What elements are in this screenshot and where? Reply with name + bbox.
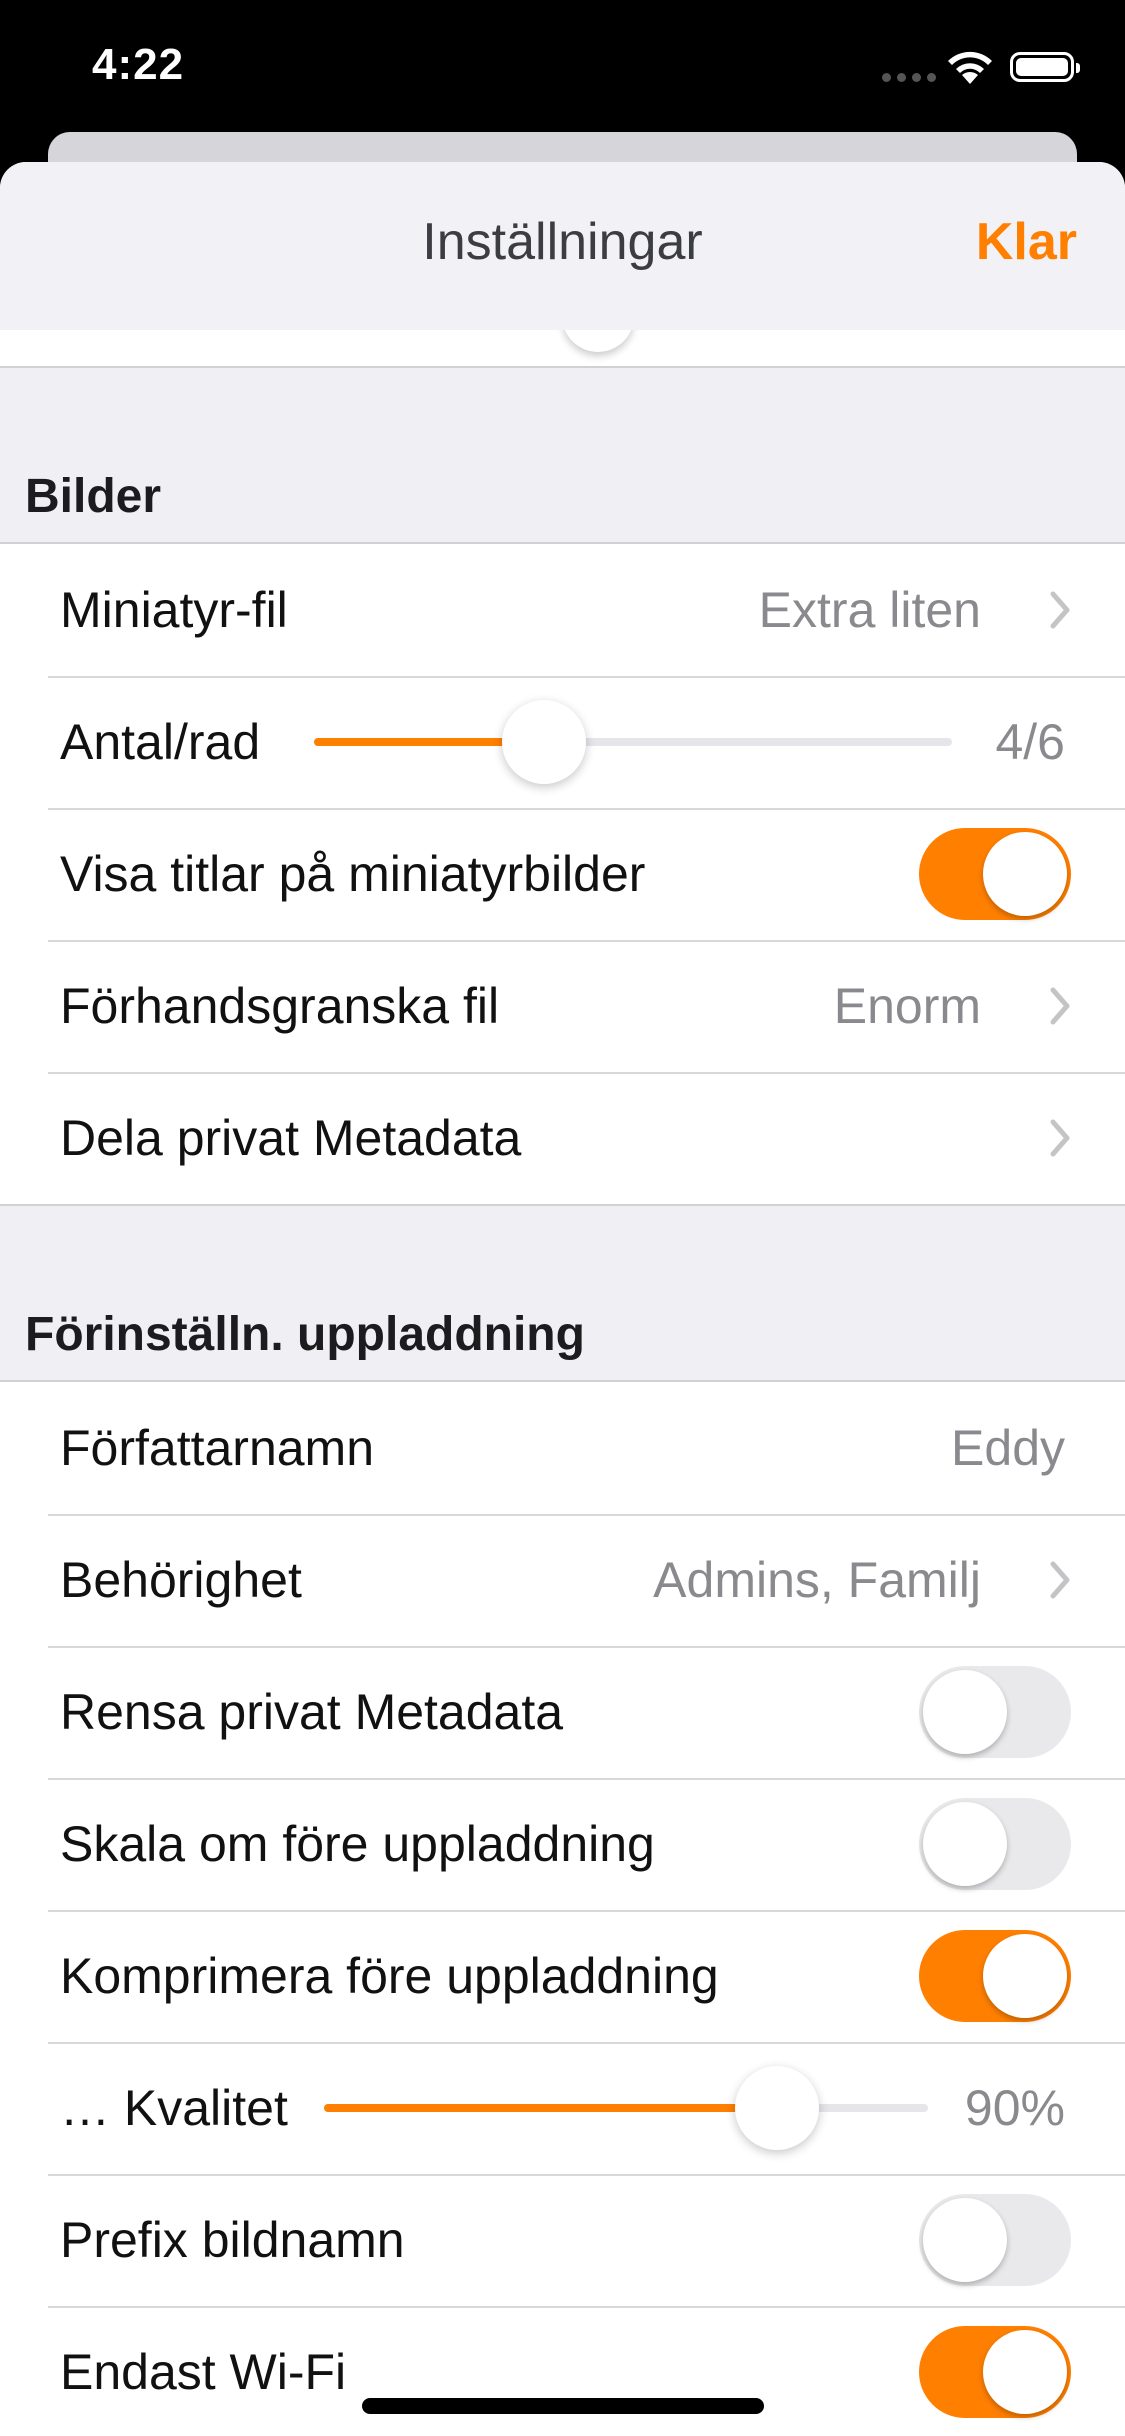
slider-thumb[interactable] bbox=[501, 700, 586, 784]
row-label: Förhandsgranska fil bbox=[60, 978, 500, 1034]
section-header-upload: Förinställn. uppladdning bbox=[0, 1206, 1125, 1382]
slider-thumb bbox=[562, 330, 634, 352]
chevron-right-icon bbox=[1050, 1119, 1070, 1157]
status-time: 4:22 bbox=[92, 40, 185, 89]
section-header-images: Bilder bbox=[0, 368, 1125, 544]
toggle-knob bbox=[983, 2330, 1067, 2414]
row-label: Visa titlar på miniatyrbilder bbox=[60, 846, 646, 902]
per-row-row: Antal/rad 4/6 bbox=[0, 676, 1125, 808]
share-private-metadata-row[interactable]: Dela privat Metadata bbox=[0, 1072, 1125, 1204]
toggle-knob bbox=[983, 832, 1067, 916]
show-titles-row: Visa titlar på miniatyrbilder bbox=[0, 808, 1125, 940]
author-name-row[interactable]: Författarnamn Eddy bbox=[0, 1382, 1125, 1514]
show-titles-toggle[interactable] bbox=[919, 828, 1071, 920]
slider-thumb[interactable] bbox=[735, 2066, 819, 2150]
settings-list[interactable]: Bilder Miniatyr-fil Extra liten Antal/ra… bbox=[0, 330, 1125, 2436]
toggle-knob bbox=[923, 2198, 1007, 2282]
row-label: … Kvalitet bbox=[60, 2080, 288, 2136]
resize-before-upload-row: Skala om före uppladdning bbox=[0, 1778, 1125, 1910]
resize-before-upload-toggle[interactable] bbox=[919, 1798, 1071, 1890]
slider-fill bbox=[324, 2104, 777, 2112]
toggle-knob bbox=[983, 1934, 1067, 2018]
row-label: Antal/rad bbox=[60, 714, 261, 770]
battery-icon bbox=[1010, 52, 1080, 82]
row-label: Behörighet bbox=[60, 1552, 302, 1608]
chevron-right-icon bbox=[1050, 591, 1070, 629]
previous-row-peek bbox=[0, 330, 1125, 368]
images-group: Miniatyr-fil Extra liten Antal/rad 4/6 V… bbox=[0, 544, 1125, 1206]
row-label: Dela privat Metadata bbox=[60, 1110, 522, 1166]
row-label: Miniatyr-fil bbox=[60, 582, 288, 638]
row-value: Extra liten bbox=[758, 582, 981, 638]
settings-sheet: Inställningar Klar Bilder Miniatyr-fil E… bbox=[0, 162, 1125, 2436]
page-title: Inställningar bbox=[422, 213, 703, 271]
row-label: Endast Wi-Fi bbox=[60, 2344, 347, 2400]
quality-row: … Kvalitet 90% bbox=[0, 2042, 1125, 2174]
chevron-right-icon bbox=[1050, 987, 1070, 1025]
per-row-slider[interactable] bbox=[314, 700, 952, 784]
compress-before-upload-row: Komprimera före uppladdning bbox=[0, 1910, 1125, 2042]
compress-before-upload-toggle[interactable] bbox=[919, 1930, 1071, 2022]
wifi-only-toggle[interactable] bbox=[919, 2326, 1071, 2418]
strip-private-metadata-toggle[interactable] bbox=[919, 1666, 1071, 1758]
prefix-filename-row: Prefix bildnamn bbox=[0, 2174, 1125, 2306]
row-label: Skala om före uppladdning bbox=[60, 1816, 655, 1872]
author-name-field[interactable]: Eddy bbox=[951, 1382, 1065, 1514]
row-label: Rensa privat Metadata bbox=[60, 1684, 564, 1740]
row-value: Admins, Familj bbox=[653, 1552, 981, 1608]
home-indicator bbox=[362, 2398, 764, 2414]
upload-group: Författarnamn Eddy Behörighet Admins, Fa… bbox=[0, 1382, 1125, 2436]
wifi-icon bbox=[948, 51, 992, 84]
status-bar: 4:22 bbox=[0, 0, 1125, 132]
section-header-label: Bilder bbox=[25, 470, 162, 523]
chevron-right-icon bbox=[1050, 1561, 1070, 1599]
row-value: Enorm bbox=[833, 978, 981, 1034]
toggle-knob bbox=[923, 1802, 1007, 1886]
permission-row[interactable]: Behörighet Admins, Familj bbox=[0, 1514, 1125, 1646]
quality-slider[interactable] bbox=[324, 2066, 928, 2150]
wifi-only-row: Endast Wi-Fi bbox=[0, 2306, 1125, 2436]
cellular-signal-icon bbox=[882, 73, 936, 82]
toggle-knob bbox=[923, 1670, 1007, 1754]
preview-file-row[interactable]: Förhandsgranska fil Enorm bbox=[0, 940, 1125, 1072]
thumbnail-file-row[interactable]: Miniatyr-fil Extra liten bbox=[0, 544, 1125, 676]
strip-private-metadata-row: Rensa privat Metadata bbox=[0, 1646, 1125, 1778]
slider-value: 90% bbox=[964, 2080, 1065, 2136]
slider-value: 4/6 bbox=[995, 714, 1065, 770]
screen: 4:22 Inställningar Klar Bilder Miniatyr-… bbox=[0, 0, 1125, 2436]
prefix-filename-toggle[interactable] bbox=[919, 2194, 1071, 2286]
done-button[interactable]: Klar bbox=[976, 212, 1077, 272]
row-label: Komprimera före uppladdning bbox=[60, 1948, 719, 2004]
row-label: Författarnamn bbox=[60, 1420, 375, 1476]
navigation-bar: Inställningar Klar bbox=[0, 162, 1125, 332]
section-header-label: Förinställn. uppladdning bbox=[25, 1308, 585, 1361]
row-label: Prefix bildnamn bbox=[60, 2212, 405, 2268]
